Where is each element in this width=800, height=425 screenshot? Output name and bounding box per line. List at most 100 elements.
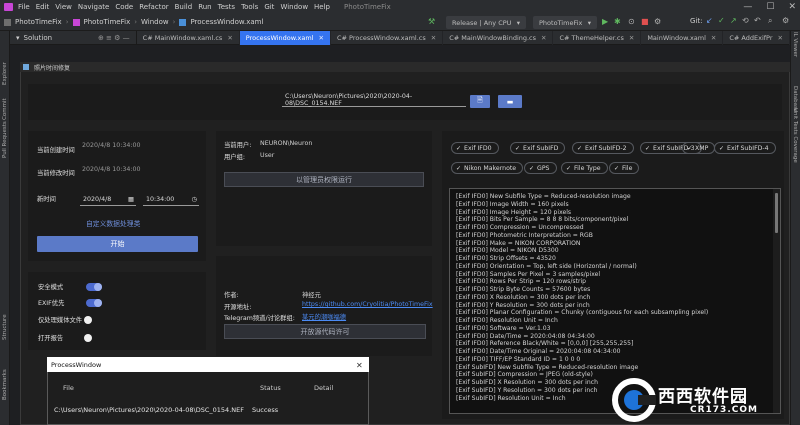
menu-build[interactable]: Build: [175, 3, 193, 11]
editor-tab-label: C# ProcessWindow.xaml.cs: [336, 33, 426, 42]
new-date-picker[interactable]: 2020/4/8 ▦: [80, 193, 136, 206]
column-header-file[interactable]: File: [63, 384, 74, 392]
breadcrumb-0[interactable]: PhotoTimeFix: [15, 18, 62, 26]
tab-close-icon[interactable]: ✕: [431, 34, 436, 42]
exif-line: [Exif IFD0] Samples Per Pixel = 3 sample…: [456, 270, 601, 278]
breadcrumb-1[interactable]: PhotoTimeFix: [84, 18, 131, 26]
path-input[interactable]: C:\Users\Neuron\Pictures\2020\2020-04-08…: [282, 93, 466, 107]
custom-processor-link[interactable]: 自定义数据处理类: [86, 218, 140, 228]
git-update-icon[interactable]: ↙: [706, 16, 713, 25]
exif-group-chip[interactable]: ✓ Exif SubIFD-4: [714, 142, 776, 154]
editor-tab[interactable]: C# MainWindowBinding.cs ✕: [443, 30, 554, 45]
menu-run[interactable]: Run: [198, 3, 211, 11]
run-icon[interactable]: ▶: [602, 17, 608, 26]
editor-tab[interactable]: C# AddExifPr ✕: [723, 30, 790, 45]
editor-tab[interactable]: C# ThemeHelper.cs ✕: [553, 30, 642, 45]
left-tool-pull-requests[interactable]: Pull Requests: [2, 121, 8, 158]
menu-window[interactable]: Window: [280, 3, 308, 11]
menu-view[interactable]: View: [55, 3, 72, 11]
attach-icon[interactable]: ⊙: [628, 17, 635, 26]
tree-options-icon[interactable]: ⊕ ≡ ⚙ —: [98, 34, 130, 42]
tab-close-icon[interactable]: ✕: [629, 34, 634, 42]
tab-close-icon[interactable]: ✕: [541, 34, 546, 42]
exif-group-chip[interactable]: ✓ File Type: [561, 162, 608, 174]
history-icon[interactable]: ⟲: [742, 16, 749, 25]
menu-navigate[interactable]: Navigate: [78, 3, 109, 11]
menu-git[interactable]: Git: [264, 3, 274, 11]
menu-code[interactable]: Code: [115, 3, 133, 11]
menu-edit[interactable]: Edit: [36, 3, 50, 11]
editor-tab[interactable]: C# ProcessWindow.xaml.cs ✕: [331, 30, 444, 45]
menu-file[interactable]: File: [18, 3, 30, 11]
git-commit-icon[interactable]: ✓: [718, 16, 725, 25]
toggle-switch[interactable]: [86, 283, 102, 291]
exif-group-chip[interactable]: ✓ File: [609, 162, 640, 174]
exif-group-chip[interactable]: ✓ Exif SubIFD: [510, 142, 566, 154]
debug-icon[interactable]: ✱: [614, 17, 621, 26]
run-as-admin-button[interactable]: 以管理员权限运行: [224, 172, 424, 187]
left-tool-explorer[interactable]: Explorer: [2, 62, 8, 85]
editor-tab[interactable]: C# MainWindow.xaml.cs ✕: [137, 30, 240, 45]
toggle-switch[interactable]: [84, 316, 100, 324]
column-header-status[interactable]: Status: [260, 384, 281, 392]
minimize-icon[interactable]: —: [743, 2, 752, 12]
close-icon[interactable]: ✕: [788, 2, 796, 12]
search-everywhere-icon[interactable]: ⌕: [768, 16, 772, 26]
left-tool-structure[interactable]: Structure: [2, 314, 8, 340]
left-tool-commit[interactable]: Commit: [2, 98, 8, 120]
exif-group-chip-label: GPS: [537, 164, 550, 172]
exif-group-chip[interactable]: ✓ Exif IFD0: [451, 142, 499, 154]
exif-group-chip[interactable]: ✓ XMP: [682, 142, 716, 154]
exif-line: [Exif SubIFD] New Subfile Type = Reduced…: [456, 363, 639, 371]
menu-help[interactable]: Help: [314, 3, 330, 11]
tab-close-icon[interactable]: ✕: [227, 34, 232, 42]
check-icon: ✓: [529, 164, 535, 172]
editor-tab[interactable]: MainWindow.xaml ✕: [641, 30, 724, 45]
menu-tools[interactable]: Tools: [241, 3, 258, 11]
tab-close-icon[interactable]: ✕: [778, 34, 783, 42]
table-row[interactable]: C:\Users\Neuron\Pictures\2020\2020-04-08…: [48, 402, 368, 418]
editor-tab[interactable]: ProcessWindow.xaml ✕: [239, 30, 331, 45]
repo-link[interactable]: https://github.com/Cryolitia/PhotoTimeFi…: [302, 301, 433, 308]
start-button[interactable]: 开始: [37, 236, 198, 252]
menu-refactor[interactable]: Refactor: [139, 3, 168, 11]
breadcrumb-2[interactable]: Window: [141, 18, 169, 26]
run-config-select[interactable]: Release | Any CPU ▾: [446, 16, 526, 29]
window-controls: — ☐ ✕: [743, 0, 796, 14]
author-label: 作者:: [224, 292, 239, 299]
tab-close-icon[interactable]: ✕: [319, 34, 324, 42]
exif-scroll-thumb[interactable]: [775, 193, 778, 233]
build-hammer-icon[interactable]: ⚒: [428, 17, 435, 26]
maximize-icon[interactable]: ☐: [766, 2, 774, 12]
open-file-button[interactable]: 🗎: [470, 95, 490, 108]
exif-line: [Exif IFD0] New Subfile Type = Reduced-r…: [456, 193, 631, 200]
solution-explorer-header[interactable]: ▾ Solution ⊕ ≡ ⚙ —: [10, 30, 137, 45]
telegram-link[interactable]: 某元的潮咖福德: [302, 312, 346, 321]
exif-group-chip[interactable]: ✓ Exif SubIFD-2: [572, 142, 634, 154]
toggle-switch[interactable]: [86, 299, 102, 307]
open-source-license-button[interactable]: 开放源代码许可: [224, 324, 426, 339]
menu-tests[interactable]: Tests: [218, 3, 235, 11]
editor-tabs-bar: ▾ Solution ⊕ ≡ ⚙ — C# MainWindow.xaml.cs…: [10, 30, 790, 45]
exif-group-chip[interactable]: ✓ Nikon Makernote: [451, 162, 524, 174]
toggle-switch[interactable]: [84, 334, 100, 342]
right-tool-unit-tests-coverage[interactable]: Unit Tests Coverage: [792, 108, 798, 163]
open-folder-button[interactable]: ▬: [498, 95, 522, 108]
settings-gear-icon[interactable]: ⚙: [782, 16, 789, 25]
left-tool-bookmarks[interactable]: Bookmarks: [2, 369, 8, 400]
exif-group-chip[interactable]: ✓ GPS: [524, 162, 557, 174]
calendar-icon[interactable]: ▦: [128, 196, 136, 203]
breadcrumb-3[interactable]: ProcessWindow.xaml: [190, 18, 263, 26]
tab-close-icon[interactable]: ✕: [711, 34, 716, 42]
column-header-detail[interactable]: Detail: [314, 384, 333, 392]
git-push-icon[interactable]: ↗: [730, 16, 737, 25]
new-time-picker[interactable]: 10:34:00 ◷: [143, 193, 199, 206]
right-tool-il-viewer[interactable]: IL Viewer: [792, 32, 798, 57]
stop-icon[interactable]: ■: [641, 17, 649, 26]
clock-icon[interactable]: ◷: [192, 196, 200, 203]
folder-icon: ▬: [506, 97, 514, 106]
process-close-icon[interactable]: ✕: [356, 361, 363, 370]
profile-icon[interactable]: ⚙: [654, 17, 661, 26]
project-config-select[interactable]: PhotoTimeFix ▾: [533, 16, 597, 29]
rollback-icon[interactable]: ↶: [754, 16, 761, 25]
